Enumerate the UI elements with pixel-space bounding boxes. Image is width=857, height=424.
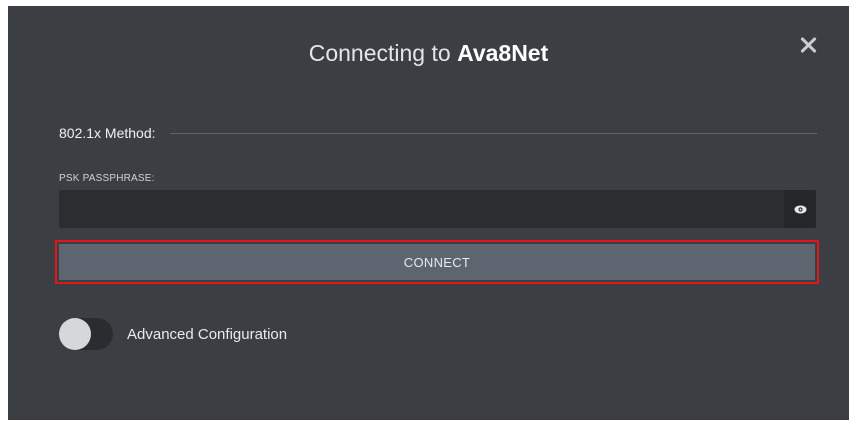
method-label: 802.1x Method: bbox=[59, 125, 156, 141]
connect-highlight: CONNECT bbox=[55, 240, 819, 284]
eye-icon bbox=[794, 205, 806, 213]
advanced-config-toggle[interactable] bbox=[59, 318, 113, 350]
network-name: Ava8Net bbox=[457, 40, 549, 66]
advanced-config-row: Advanced Configuration bbox=[59, 318, 287, 350]
method-section: 802.1x Method: bbox=[59, 125, 817, 141]
divider bbox=[169, 132, 817, 134]
connect-dialog: Connecting to Ava8Net 802.1x Method: PSK… bbox=[8, 6, 849, 420]
psk-passphrase-input[interactable] bbox=[59, 190, 784, 228]
psk-field bbox=[59, 190, 816, 228]
advanced-config-label: Advanced Configuration bbox=[127, 325, 288, 343]
connect-button[interactable]: CONNECT bbox=[59, 244, 815, 280]
show-password-button[interactable] bbox=[784, 190, 816, 228]
dialog-title-prefix: Connecting to bbox=[308, 40, 458, 66]
dialog-title: Connecting to Ava8Net bbox=[8, 40, 849, 67]
close-icon[interactable] bbox=[797, 34, 819, 56]
toggle-knob bbox=[59, 318, 91, 350]
psk-label: PSK PASSPHRASE: bbox=[59, 173, 155, 184]
